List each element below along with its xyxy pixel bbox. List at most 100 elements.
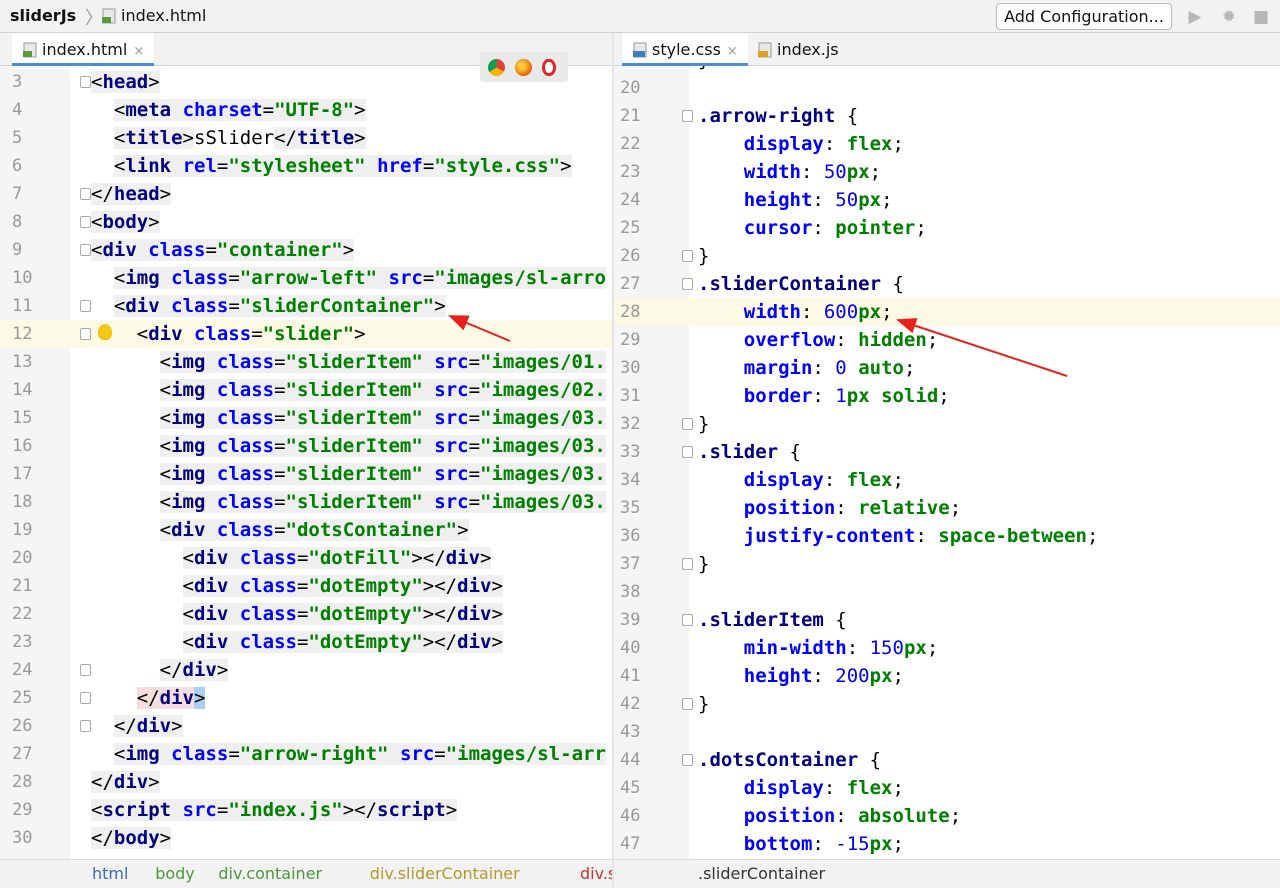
code-line[interactable]: display: flex;: [698, 130, 904, 158]
fold-icon[interactable]: [682, 278, 693, 290]
fold-icon[interactable]: [80, 328, 91, 340]
code-line[interactable]: overflow: hidden;: [698, 326, 939, 354]
code-line[interactable]: <div class="dotEmpty"></div>: [91, 628, 503, 656]
code-line[interactable]: <div class="sliderContainer">: [91, 292, 446, 320]
chrome-icon[interactable]: [488, 59, 505, 76]
code-line[interactable]: <div class="dotFill"></div>: [91, 544, 492, 572]
code-line[interactable]: }: [698, 410, 709, 438]
code-line[interactable]: </body>: [91, 824, 172, 852]
code-line[interactable]: </head>: [91, 180, 172, 208]
fold-icon[interactable]: [80, 692, 91, 704]
code-line[interactable]: }: [698, 550, 709, 578]
code-line[interactable]: <div class="dotsContainer">: [91, 516, 469, 544]
add-configuration-button[interactable]: Add Configuration...: [996, 3, 1172, 30]
breadcrumb-item[interactable]: div.container: [218, 860, 322, 888]
code-line[interactable]: min-width: 150px;: [698, 634, 939, 662]
fold-icon[interactable]: [80, 76, 91, 88]
code-line[interactable]: <div class="dotEmpty"></div>: [91, 600, 503, 628]
fold-icon[interactable]: [80, 188, 91, 200]
fold-icon[interactable]: [80, 720, 91, 732]
stop-icon[interactable]: ■: [1250, 6, 1272, 28]
html-code-area[interactable]: 3 <head> 4 <meta charset="UTF-8"> 5 <title>…: [0, 66, 612, 859]
css-code-area[interactable]: 19} 20 21 .arrow-right {22 display: flex; 23…: [614, 66, 1280, 859]
code-line[interactable]: <meta charset="UTF-8">: [91, 96, 366, 124]
code-line[interactable]: .arrow-right {: [698, 102, 858, 130]
fold-icon[interactable]: [80, 300, 91, 312]
fold-icon[interactable]: [682, 250, 693, 262]
code-line[interactable]: <head>: [91, 68, 160, 96]
tab-index-html[interactable]: index.html ×: [12, 33, 155, 66]
code-line[interactable]: .sliderContainer {: [698, 270, 904, 298]
line-number: 14: [12, 380, 33, 400]
code-line[interactable]: <img class="sliderItem" src="images/03.: [91, 404, 606, 432]
fold-icon[interactable]: [682, 614, 693, 626]
fold-icon[interactable]: [682, 418, 693, 430]
code-line[interactable]: <img class="sliderItem" src="images/03.: [91, 432, 606, 460]
run-icon[interactable]: ▶: [1184, 6, 1206, 28]
code-line[interactable]: <img class="sliderItem" src="images/01.: [91, 348, 606, 376]
code-line[interactable]: <div class="dotEmpty"></div>: [91, 572, 503, 600]
code-line[interactable]: border: 1px solid;: [698, 382, 950, 410]
code-line[interactable]: <img class="sliderItem" src="images/02.: [91, 376, 606, 404]
code-line[interactable]: position: relative;: [698, 494, 961, 522]
code-line[interactable]: cursor: pointer;: [698, 214, 927, 242]
code-line[interactable]: <img class="arrow-right" src="images/sl-…: [91, 740, 606, 768]
code-line[interactable]: .dotsContainer {: [698, 746, 881, 774]
code-line[interactable]: <img class="sliderItem" src="images/03.: [91, 488, 606, 516]
code-line[interactable]: </div>: [91, 684, 206, 712]
code-line[interactable]: .slider {: [698, 438, 801, 466]
code-line[interactable]: </div>: [91, 656, 229, 684]
code-line[interactable]: width: 600px;: [698, 298, 893, 326]
code-line[interactable]: margin: 0 auto;: [698, 354, 916, 382]
fold-icon[interactable]: [682, 558, 693, 570]
firefox-icon[interactable]: [515, 59, 532, 76]
code-line[interactable]: width: 50px;: [698, 158, 881, 186]
fold-icon[interactable]: [682, 110, 693, 122]
opera-icon[interactable]: [542, 59, 556, 76]
code-line[interactable]: }: [698, 242, 709, 270]
code-line[interactable]: <script src="index.js"></script>: [91, 796, 458, 824]
fold-icon[interactable]: [80, 664, 91, 676]
breadcrumb-item[interactable]: body: [155, 860, 195, 888]
fold-icon[interactable]: [682, 754, 693, 766]
debug-icon[interactable]: ✹: [1218, 6, 1240, 28]
code-line[interactable]: </div>: [91, 768, 160, 796]
code-line[interactable]: position: absolute;: [698, 802, 961, 830]
lightbulb-icon[interactable]: [98, 324, 112, 340]
breadcrumb-item[interactable]: .sliderContainer: [698, 860, 825, 888]
code-line[interactable]: </div>: [91, 712, 183, 740]
fold-icon[interactable]: [80, 216, 91, 228]
code-line[interactable]: height: 200px;: [698, 662, 904, 690]
code-line[interactable]: <link rel="stylesheet" href="style.css">: [91, 152, 572, 180]
code-line[interactable]: display: flex;: [698, 774, 904, 802]
code-line[interactable]: display: flex;: [698, 466, 904, 494]
code-line[interactable]: <div class="container">: [91, 236, 355, 264]
line-number: 7: [12, 184, 23, 204]
code-line[interactable]: <div class="slider">: [91, 320, 366, 348]
line-number: 44: [620, 750, 641, 770]
line-number: 24: [620, 190, 641, 210]
nav-file-name[interactable]: index.html: [121, 6, 206, 25]
fold-icon[interactable]: [80, 244, 91, 256]
code-line[interactable]: <img class="arrow-left" src="images/sl-a…: [91, 264, 606, 292]
fold-icon[interactable]: [682, 698, 693, 710]
fold-icon[interactable]: [682, 446, 693, 458]
code-line[interactable]: }: [698, 690, 709, 718]
code-line[interactable]: .sliderItem {: [698, 606, 847, 634]
code-line[interactable]: bottom: -15px;: [698, 830, 904, 858]
code-line[interactable]: justify-content: space-between;: [698, 522, 1099, 550]
line-number: 21: [620, 106, 641, 126]
code-line[interactable]: <body>: [91, 208, 160, 236]
code-line[interactable]: <img class="sliderItem" src="images/03.: [91, 460, 606, 488]
close-icon[interactable]: ×: [133, 44, 144, 59]
code-line[interactable]: height: 50px;: [698, 186, 893, 214]
breadcrumb-item[interactable]: html: [92, 860, 128, 888]
close-icon[interactable]: ×: [727, 44, 738, 59]
breadcrumb-item[interactable]: div.sliderContainer: [370, 860, 520, 888]
breadcrumb-item[interactable]: div.slider: [580, 860, 612, 888]
code-line[interactable]: }: [698, 66, 709, 74]
project-name[interactable]: sliderJs: [10, 6, 76, 25]
code-line[interactable]: <title>sSlider</title>: [91, 124, 366, 152]
tab-index-js[interactable]: index.js: [747, 33, 849, 66]
tab-style-css[interactable]: style.css ×: [622, 33, 748, 66]
